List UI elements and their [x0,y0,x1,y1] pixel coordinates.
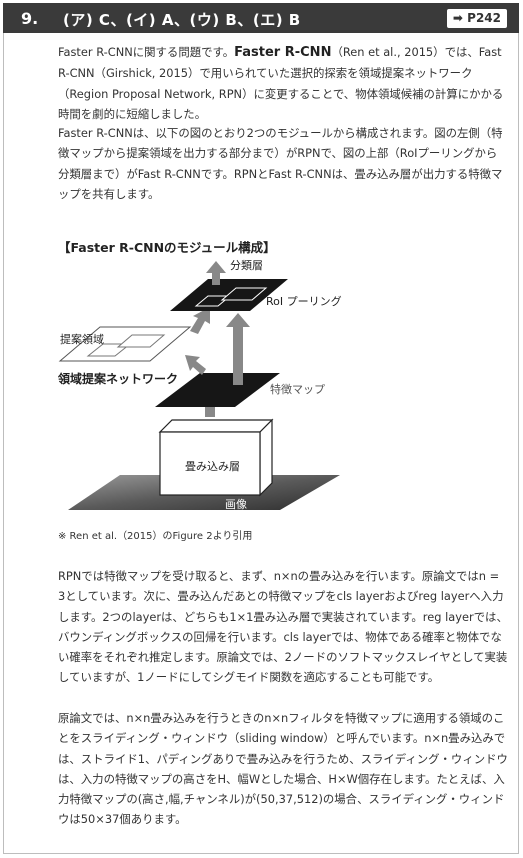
image-label: 画像 [225,498,247,511]
rpn-label: 領域提案ネットワーク [57,371,178,386]
answer-header: 9. (ア) C、(イ) A、(ウ) B、(エ) B ➡ P242 [3,3,519,33]
body-paragraph-2: 原論文では、n×n畳み込みを行うときのn×nフィルタを特徴マップに適用する領域の… [58,711,508,827]
intro-bold-term: Faster R-CNN [234,45,332,60]
intro-paragraph-2: Faster R-CNNは、以下の図のとおり2つのモジュールから構成されます。図… [58,126,503,201]
arrow-feature-to-proposals [185,355,206,375]
proposals-label: 提案領域 [60,332,104,346]
answer-text: (ア) C、(イ) A、(ウ) B、(エ) B [63,11,301,29]
question-number: 9. [21,9,39,28]
arrow-proposals-to-roi [190,307,210,334]
figure-title: 【Faster R-CNNのモジュール構成】 [58,240,276,255]
page-reference-link[interactable]: ➡ P242 [446,9,507,28]
intro-paragraph-1: Faster R-CNNに関する問題です。Faster R-CNN（Ren et… [58,42,508,124]
conv-block-side [259,418,273,497]
roi-pooling-label: RoI プーリング [266,294,342,308]
faster-rcnn-diagram: 画像 畳み込み層 特徴マップ 提案領域 領域提案ネットワーク RoI プーリング… [57,259,342,511]
classifier-label: 分類層 [230,259,263,272]
conv-layer-label: 畳み込み層 [185,460,240,473]
conv-block-top [158,419,274,433]
feature-map-label: 特徴マップ [270,382,325,396]
intro-text-a: Faster R-CNNに関する問題です。 [58,45,235,59]
body-paragraph-1: RPNでは特徴マップを受け取ると、まず、n×nの畳み込みを行います。原論文ではn… [58,569,508,685]
figure-source-note: ※ Ren et al.（2015）のFigure 2より引用 [58,531,253,542]
